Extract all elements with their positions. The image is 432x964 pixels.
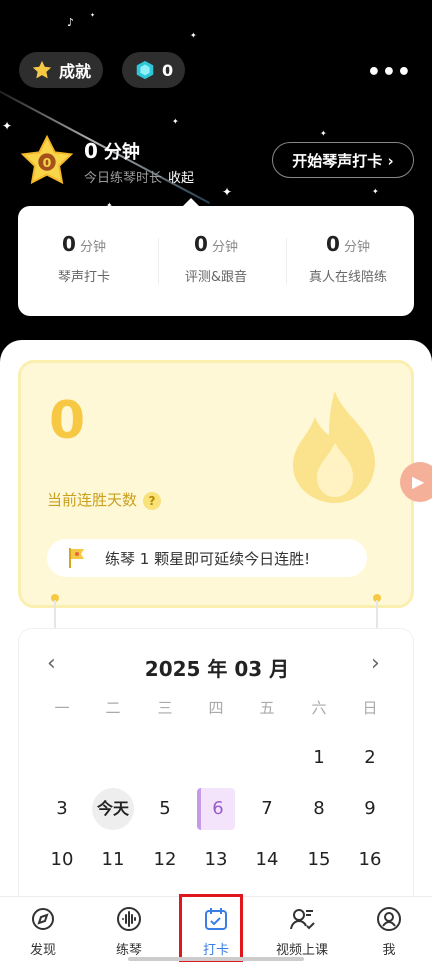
stat-value: 0 — [62, 232, 76, 256]
sparkle-icon: ✦ — [90, 12, 96, 19]
practice-subline: 今日练琴时长 收起 — [84, 167, 194, 186]
tab-label: 我 — [382, 943, 396, 958]
profile-icon — [375, 905, 403, 933]
star-icon — [31, 59, 53, 81]
calendar-day[interactable]: 10 — [41, 839, 83, 881]
calendar-day[interactable]: 7 — [246, 788, 288, 830]
flag-icon — [67, 547, 87, 569]
calendar-day[interactable]: 3 — [41, 788, 83, 830]
tab-label: 练琴 — [115, 943, 142, 958]
waveform-icon — [115, 905, 143, 933]
calendar-day[interactable]: 13 — [195, 839, 237, 881]
weekday-label: 三 — [157, 699, 173, 717]
streak-label: 当前连胜天数? — [47, 489, 162, 510]
sparkle-icon: ✦ — [372, 187, 379, 196]
next-month-button[interactable]: › — [371, 651, 380, 676]
sparkle-icon: ✦ — [190, 31, 197, 40]
weekday-label: 一 — [54, 699, 70, 717]
weekday-label: 二 — [105, 699, 121, 717]
practice-minutes-value: 0 — [84, 139, 98, 163]
stat-value: 0 — [326, 232, 340, 256]
home-indicator — [128, 957, 304, 961]
streak-card: 0 当前连胜天数? 练琴 1 颗星即可延续今日连胜! — [18, 360, 414, 608]
gem-button[interactable]: 0 — [122, 52, 186, 88]
teacher-icon — [288, 905, 316, 933]
tiktok-status-icon: ♪ — [67, 16, 75, 29]
sparkle-icon: ✦ — [172, 117, 179, 126]
sparkle-icon: ✦ — [2, 119, 13, 133]
calendar-day-selected[interactable]: 6 — [197, 788, 235, 830]
practice-stats-card: 0 分钟 琴声打卡 0 分钟 评测&跟音 0 分钟 真人在线陪练 — [18, 198, 414, 316]
calendar-card: ‹ 2025 年 03 月 › 一 二 三 四 五 六 日 1 2 3 今天 5… — [18, 628, 414, 928]
practice-minutes-unit: 分钟 — [103, 142, 140, 163]
stat-label: 评测&跟音 — [184, 270, 248, 285]
calendar-day[interactable]: 2 — [349, 737, 391, 779]
star-medal-icon: 0 — [18, 134, 76, 192]
calendar-day[interactable]: 14 — [246, 839, 288, 881]
achievement-button[interactable]: 成就 — [19, 52, 104, 88]
flame-icon — [285, 387, 385, 507]
stat-value: 0 — [194, 232, 208, 256]
discover-icon — [29, 905, 57, 933]
floating-video-button[interactable]: ▶ — [400, 462, 432, 502]
start-practice-button[interactable]: 开始琴声打卡 › — [272, 142, 414, 178]
practice-minutes: 0 分钟 — [84, 138, 140, 164]
calendar-day[interactable]: 8 — [298, 788, 340, 830]
collapse-button[interactable]: 收起 — [168, 171, 194, 186]
gem-icon — [134, 59, 156, 81]
calendar-day-today[interactable]: 今天 — [92, 788, 134, 830]
medal-number: 0 — [43, 155, 52, 170]
weekday-label: 四 — [208, 699, 224, 717]
practice-subtitle: 今日练琴时长 — [84, 171, 163, 186]
stat-unit: 分钟 — [211, 240, 238, 255]
stat-label: 琴声打卡 — [57, 270, 110, 285]
calendar-title: 2025 年 03 月 — [144, 657, 290, 681]
tab-video-class[interactable]: 视频上课 — [262, 905, 342, 958]
stat-evaluation[interactable]: 0 分钟 评测&跟音 — [150, 232, 282, 285]
calendar-day[interactable]: 1 — [298, 737, 340, 779]
weekday-label: 五 — [259, 699, 275, 717]
camera-icon: ▶ — [412, 472, 425, 491]
stat-unit: 分钟 — [79, 240, 106, 255]
tab-profile[interactable]: 我 — [349, 905, 429, 958]
weekday-label: 日 — [362, 699, 378, 717]
tab-label: 视频上课 — [275, 943, 328, 958]
calendar-day[interactable]: 9 — [349, 788, 391, 830]
calendar-day[interactable]: 5 — [144, 788, 186, 830]
gem-count: 0 — [162, 60, 174, 80]
sparkle-icon: ✦ — [320, 129, 327, 138]
more-options-button[interactable]: ••• — [367, 60, 412, 85]
calendar-day[interactable]: 16 — [349, 839, 391, 881]
tab-practice[interactable]: 练琴 — [89, 905, 169, 958]
calendar-day[interactable]: 15 — [298, 839, 340, 881]
tab-label: 发现 — [29, 943, 56, 958]
sparkle-icon: ✦ — [222, 185, 233, 199]
stat-piano-checkin[interactable]: 0 分钟 琴声打卡 — [18, 232, 150, 285]
streak-hint-text: 练琴 1 颗星即可延续今日连胜! — [105, 549, 311, 568]
highlight-box — [179, 894, 243, 962]
streak-hint: 练琴 1 颗星即可延续今日连胜! — [47, 539, 367, 577]
streak-label-text: 当前连胜天数 — [47, 491, 138, 509]
streak-days: 0 — [49, 391, 86, 451]
stat-live-coaching[interactable]: 0 分钟 真人在线陪练 — [282, 232, 414, 285]
calendar-day[interactable]: 12 — [144, 839, 186, 881]
weekday-label: 六 — [311, 699, 327, 717]
stat-unit: 分钟 — [343, 240, 370, 255]
help-icon[interactable]: ? — [143, 492, 162, 510]
stat-label: 真人在线陪练 — [308, 270, 387, 285]
calendar-day[interactable]: 11 — [92, 839, 134, 881]
tab-discover[interactable]: 发现 — [3, 905, 83, 958]
achievement-label: 成就 — [59, 62, 92, 81]
